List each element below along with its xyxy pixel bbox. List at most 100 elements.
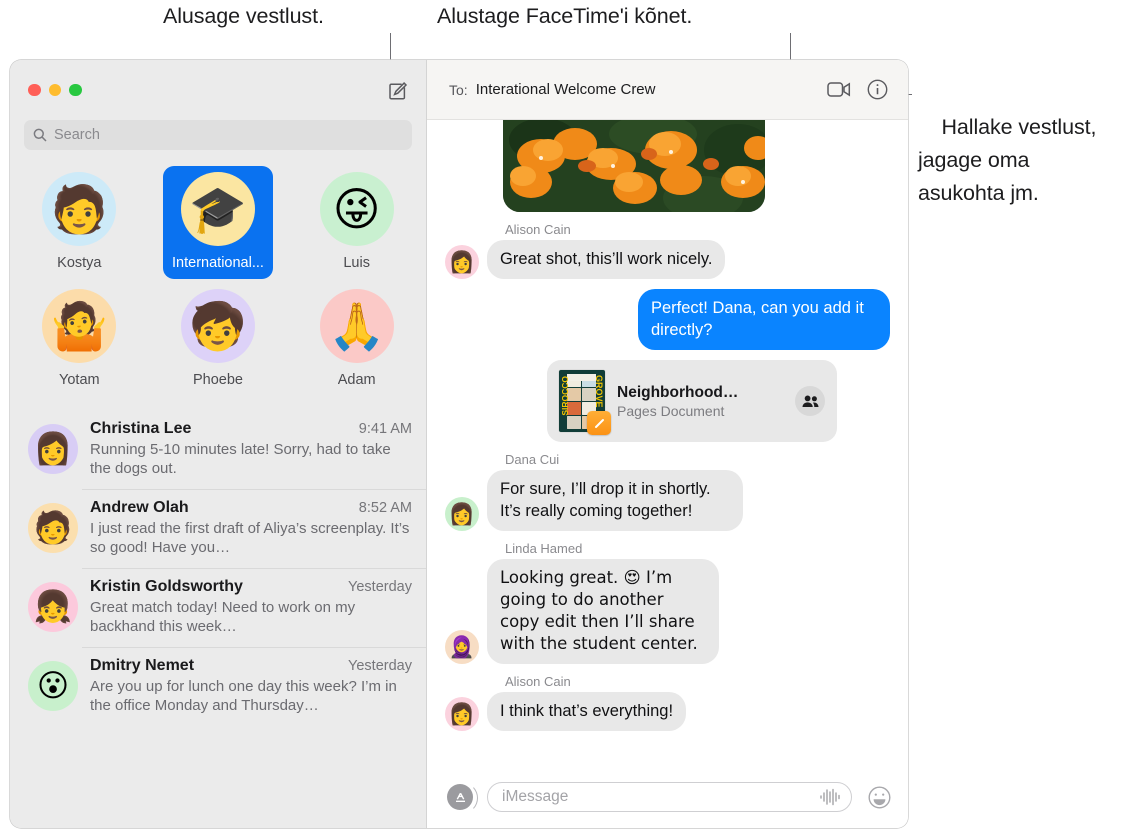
list-item[interactable]: 😮 Dmitry Nemet Yesterday Are you up for …	[10, 647, 426, 726]
window-titlebar	[10, 60, 426, 120]
message-bubble[interactable]: Perfect! Dana, can you add it directly?	[638, 289, 890, 350]
minimize-button[interactable]	[48, 83, 61, 97]
traffic-lights	[28, 83, 82, 97]
pages-app-icon	[587, 411, 611, 435]
message-input[interactable]: iMessage	[487, 782, 852, 812]
file-type: Pages Document	[617, 402, 725, 419]
list-item-preview: Great match today! Need to work on my ba…	[90, 599, 356, 635]
pinned-item-phoebe[interactable]: 🧒 Phoebe	[163, 283, 273, 396]
pinned-item-international-welcome-crew[interactable]: 🎓 International...	[162, 166, 273, 279]
list-item-timestamp: Yesterday	[348, 658, 412, 674]
list-item-name: Christina Lee	[90, 420, 192, 437]
search-placeholder: Search	[54, 127, 100, 143]
pinned-item-kostya[interactable]: 🧑 Kostya	[24, 166, 134, 279]
avatar: 🙏	[319, 289, 394, 363]
message-sender: Alison Cain	[505, 674, 571, 689]
compose-callout-text: Alusage vestlust.	[163, 4, 324, 28]
shared-people-badge[interactable]	[795, 386, 825, 416]
message-bubble[interactable]: For sure, I’ll drop it in shortly. It’s …	[487, 470, 743, 531]
message-sender: Dana Cui	[505, 452, 560, 467]
thumb-left-text: SIROCCO	[560, 376, 570, 416]
message-sender: Linda Hamed	[505, 541, 583, 556]
message-sender: Alison Cain	[505, 222, 571, 237]
list-item-timestamp: 8:52 AM	[358, 500, 412, 516]
close-button[interactable]	[28, 83, 41, 97]
conversation-list: 👩 Christina Lee 9:41 AM Running 5-10 min…	[10, 404, 426, 828]
details-callout-label: Hallake vestlust, jagage oma asukohta jm…	[918, 115, 1097, 205]
avatar: 👧	[28, 582, 78, 632]
file-thumbnail: SIROCCO GROVE	[559, 370, 611, 435]
app-store-icon[interactable]	[447, 783, 478, 813]
pinned-conversations-grid: 🧑 Kostya 🎓 International... 😜 Luis 🤷 Yot…	[10, 150, 426, 404]
avatar: 👩	[445, 697, 479, 731]
file-attachment-card[interactable]: SIROCCO GROVE Neighborhood… Pages Docume…	[547, 360, 837, 442]
facetime-button[interactable]	[824, 75, 854, 105]
avatar: 🧑	[28, 503, 78, 553]
list-item[interactable]: 👧 Kristin Goldsworthy Yesterday Great ma…	[10, 568, 426, 647]
video-camera-icon	[827, 82, 851, 97]
avatar: 🤷	[42, 289, 117, 363]
people-icon	[802, 395, 818, 407]
smiley-face-icon	[867, 785, 891, 809]
recipient-field[interactable]: Interational Welcome Crew	[476, 81, 816, 98]
avatar: 🎓	[180, 172, 255, 246]
list-item[interactable]: 🧑 Andrew Olah 8:52 AM I just read the fi…	[10, 489, 426, 568]
list-item-name: Kristin Goldsworthy	[90, 578, 243, 595]
search-icon	[33, 128, 47, 142]
list-item-preview: Running 5-10 minutes late! Sorry, had to…	[90, 441, 391, 477]
message-bubble[interactable]: Great shot, this’ll work nicely.	[487, 240, 726, 279]
list-item-name: Andrew Olah	[90, 499, 189, 516]
info-circle-icon	[867, 79, 887, 100]
audio-waveform-icon[interactable]	[819, 788, 841, 806]
screenshot-root: Alusage vestlust. Alustage FaceTime'i kõ…	[0, 0, 1131, 838]
list-item-preview: Are you up for lunch one day this week? …	[90, 678, 397, 714]
list-item[interactable]: 👩 Christina Lee 9:41 AM Running 5-10 min…	[10, 410, 426, 489]
list-item-name: Dmitry Nemet	[90, 657, 195, 674]
to-label: To:	[449, 81, 468, 98]
pinned-item-yotam[interactable]: 🤷 Yotam	[24, 283, 134, 396]
message-group: Linda Hamed 🧕 Looking great. 😍 I’m going…	[445, 541, 890, 664]
message-group: Dana Cui 👩 For sure, I’ll drop it in sho…	[445, 452, 890, 531]
list-item-timestamp: 9:41 AM	[358, 421, 412, 437]
messages-window: Search 🧑 Kostya 🎓 International... 😜 Lui…	[10, 60, 908, 828]
search-area: Search	[10, 120, 426, 150]
message-composer: iMessage	[427, 766, 908, 828]
pinned-item-label: Phoebe	[192, 372, 243, 388]
sidebar: Search 🧑 Kostya 🎓 International... 😜 Lui…	[10, 60, 427, 828]
pinned-item-luis[interactable]: 😜 Luis	[302, 166, 412, 279]
message-thread[interactable]: Alison Cain 👩 Great shot, this’ll work n…	[427, 120, 908, 766]
message-group: Alison Cain 👩 Great shot, this’ll work n…	[445, 222, 890, 279]
details-button[interactable]	[862, 75, 892, 105]
message-group: Alison Cain 👩 I think that’s everything!	[445, 674, 890, 731]
flower-photo	[503, 120, 765, 212]
message-group: Perfect! Dana, can you add it directly?	[445, 289, 890, 350]
message-group: SIROCCO GROVE Neighborhood… Pages Docume…	[445, 360, 890, 442]
facetime-callout-text: Alustage FaceTime'i kõnet.	[437, 4, 693, 28]
compose-icon[interactable]	[386, 80, 408, 102]
details-callout-text: Hallake vestlust, jagage oma asukohta jm…	[918, 78, 1096, 243]
avatar: 😮	[28, 661, 78, 711]
pinned-item-label: Kostya	[57, 255, 102, 271]
zoom-button[interactable]	[69, 83, 82, 97]
avatar: 🧒	[180, 289, 255, 363]
message-input-placeholder: iMessage	[502, 788, 569, 805]
avatar: 👩	[445, 245, 479, 279]
avatar: 🧑	[42, 172, 117, 246]
pinned-item-adam[interactable]: 🙏 Adam	[302, 283, 412, 396]
message-bubble[interactable]: I think that’s everything!	[487, 692, 687, 731]
list-item-timestamp: Yesterday	[348, 579, 412, 595]
pinned-item-label: International...	[172, 255, 264, 271]
pinned-item-label: Yotam	[59, 372, 100, 388]
emoji-picker-button[interactable]	[866, 784, 892, 810]
photo-message[interactable]	[503, 120, 765, 212]
thumb-right-text: GROVE	[594, 375, 604, 408]
avatar: 👩	[28, 424, 78, 474]
file-name: Neighborhood…	[617, 383, 739, 401]
pinned-item-label: Adam	[337, 372, 376, 388]
list-item-preview: I just read the first draft of Aliya’s s…	[90, 520, 410, 556]
message-bubble[interactable]: Looking great. 😍 I’m going to do another…	[487, 559, 719, 664]
conversation-pane: To: Interational Welcome Crew Alison Cai…	[427, 60, 908, 828]
avatar: 😜	[319, 172, 394, 246]
search-input[interactable]: Search	[24, 120, 412, 150]
conversation-header: To: Interational Welcome Crew	[427, 60, 908, 120]
